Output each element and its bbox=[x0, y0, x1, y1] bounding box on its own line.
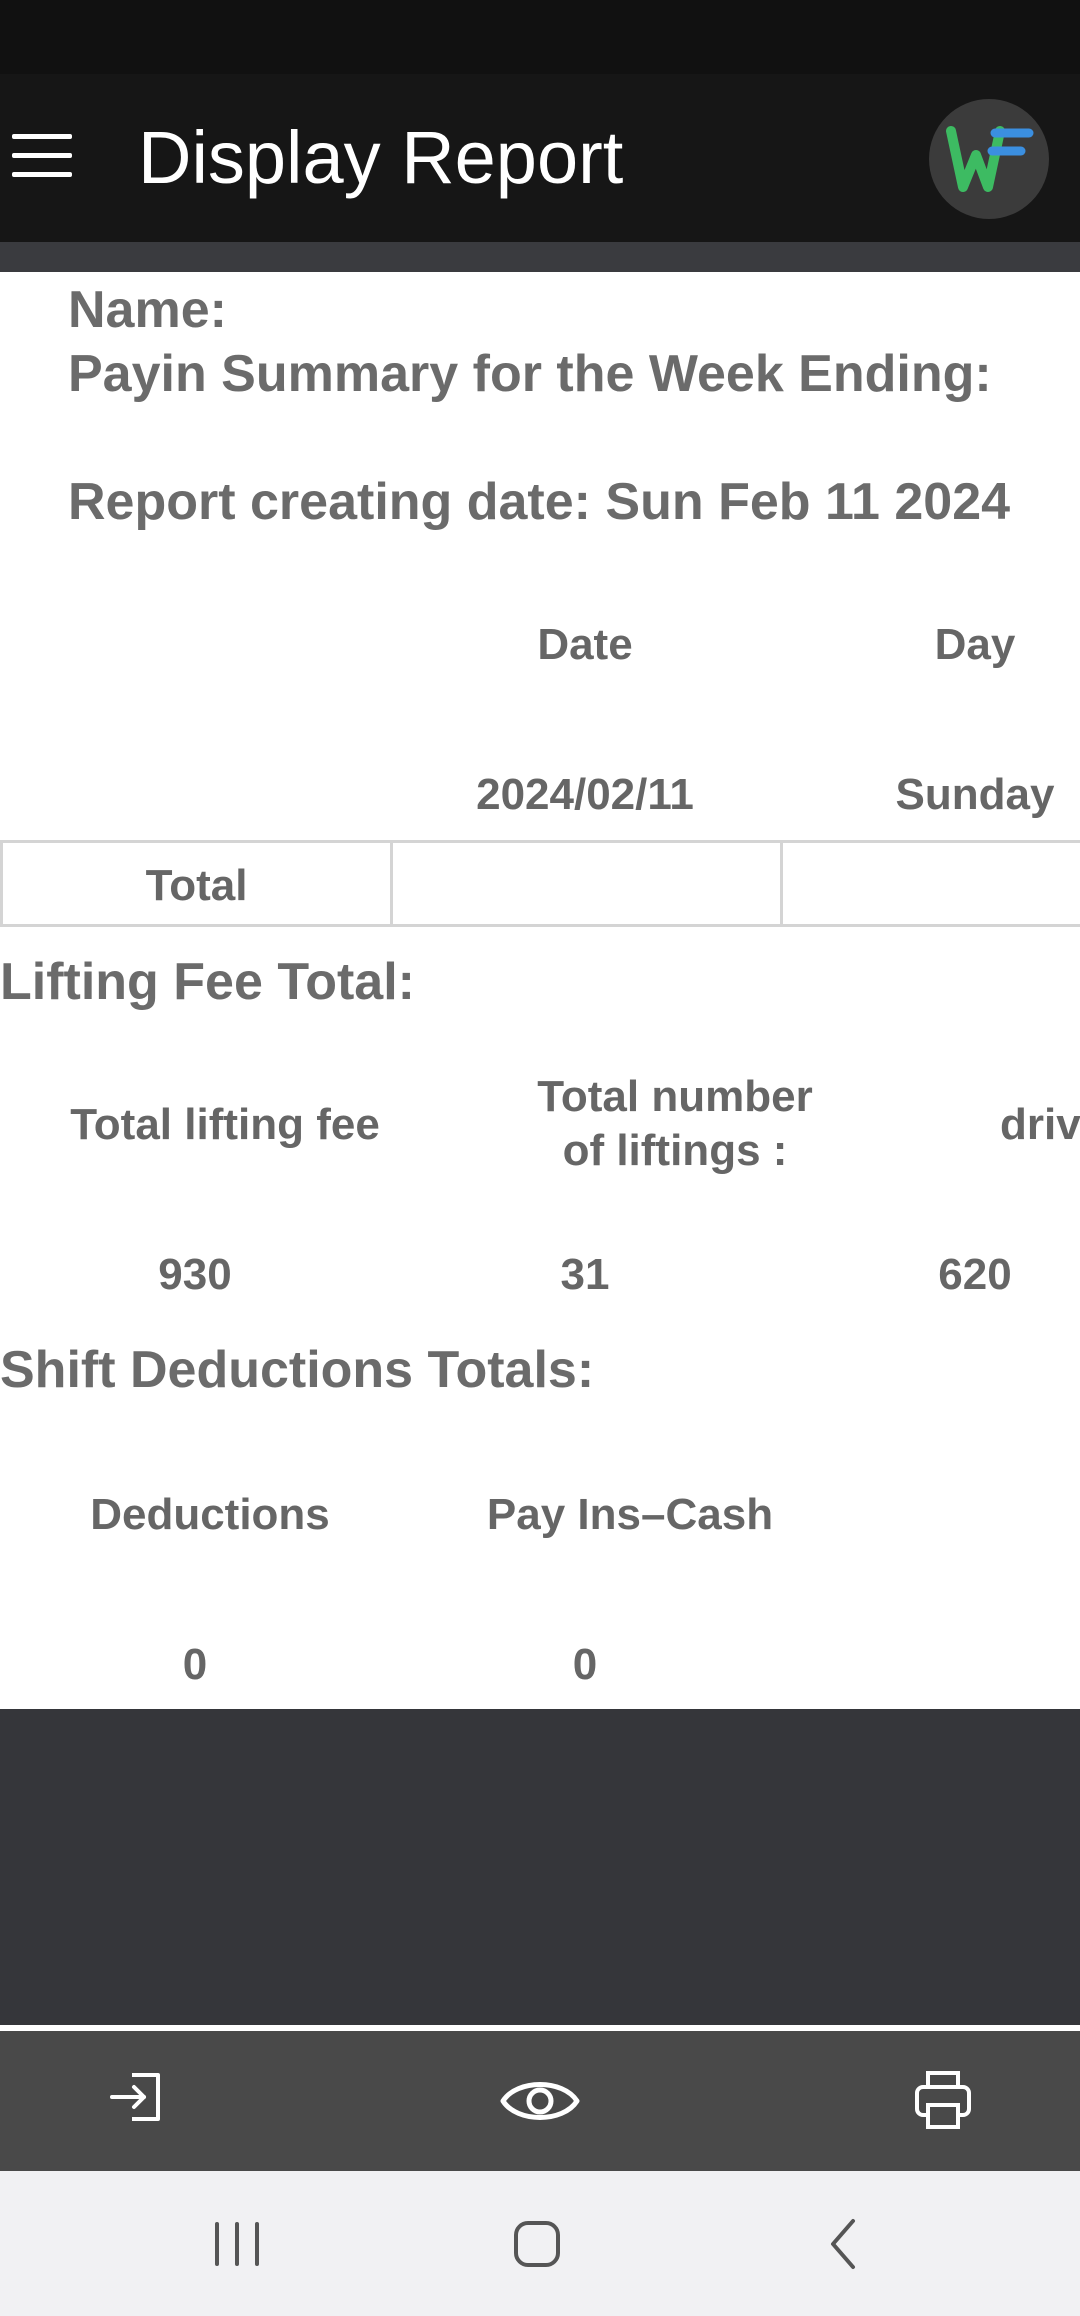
status-bar bbox=[0, 0, 1080, 74]
table-cell-day: Sunday bbox=[895, 770, 1055, 819]
report-content: Name: Payin Summary for the Week Ending:… bbox=[0, 272, 1080, 1709]
pay-ins-cash-header: Pay Ins–Cash bbox=[486, 1490, 774, 1539]
recent-apps-icon[interactable] bbox=[192, 2209, 282, 2279]
hamburger-menu-icon[interactable] bbox=[6, 124, 78, 188]
bottom-toolbar bbox=[0, 2031, 1080, 2171]
report-created-date: Report creating date: Sun Feb 11 2024 bbox=[68, 473, 1011, 531]
back-icon[interactable] bbox=[798, 2209, 888, 2279]
report-name-label: Name: bbox=[68, 281, 227, 339]
page-title: Display Report bbox=[138, 116, 624, 199]
lifting-value-total-fee: 930 bbox=[158, 1250, 232, 1299]
eye-icon[interactable] bbox=[495, 2061, 585, 2141]
report-summary-label: Payin Summary for the Week Ending: bbox=[68, 345, 992, 403]
app-bar: Display Report bbox=[0, 74, 1080, 242]
home-icon[interactable] bbox=[492, 2209, 582, 2279]
lifting-value-driv: 620 bbox=[938, 1250, 1012, 1299]
login-icon[interactable] bbox=[90, 2061, 180, 2141]
total-label: Total bbox=[145, 861, 248, 910]
total-date-cell bbox=[390, 840, 783, 927]
table-header-day: Day bbox=[934, 620, 1016, 669]
lifting-header-total-fee: Total lifting fee bbox=[70, 1100, 380, 1149]
table-cell-date: 2024/02/11 bbox=[476, 770, 694, 819]
lifting-fee-title: Lifting Fee Total: bbox=[0, 953, 415, 1011]
total-day-cell bbox=[780, 840, 1080, 927]
total-label-cell: Total bbox=[0, 840, 393, 927]
printer-icon[interactable] bbox=[898, 2061, 988, 2141]
lifting-value-total-number: 31 bbox=[560, 1250, 610, 1299]
deductions-header: Deductions bbox=[90, 1490, 330, 1539]
deductions-value: 0 bbox=[182, 1640, 208, 1689]
lifting-header-driv: driv bbox=[1000, 1100, 1080, 1149]
lifting-header-total-number: Total number of liftings : bbox=[537, 1072, 813, 1175]
system-nav-bar bbox=[0, 2171, 1080, 2316]
pay-ins-cash-value: 0 bbox=[572, 1640, 598, 1689]
app-bar-divider bbox=[0, 242, 1080, 272]
table-header-date: Date bbox=[537, 620, 633, 669]
shift-deductions-title: Shift Deductions Totals: bbox=[0, 1341, 595, 1399]
empty-panel bbox=[0, 1709, 1080, 2025]
wf-logo-icon[interactable] bbox=[929, 99, 1049, 219]
